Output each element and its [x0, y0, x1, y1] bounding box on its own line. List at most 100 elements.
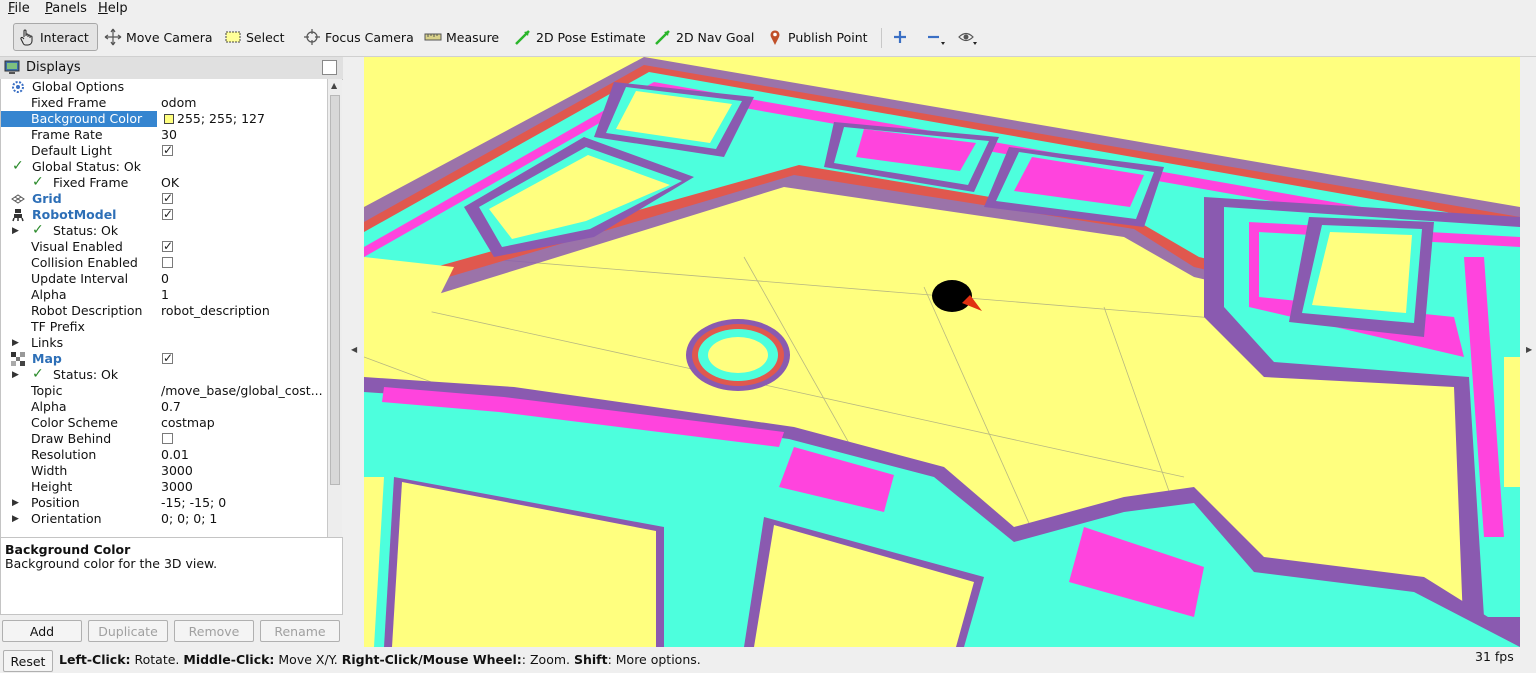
- rename-display-button[interactable]: Rename: [260, 620, 340, 642]
- tree-row-default-light[interactable]: Default Light: [1, 142, 328, 159]
- 2d-pose-estimate-tool-button[interactable]: 2D Pose Estimate: [514, 23, 646, 51]
- tree-row-robot-description[interactable]: Robot Description robot_description: [1, 303, 328, 319]
- grid-enabled-checkbox[interactable]: [162, 190, 173, 206]
- right-dock-strip[interactable]: ▶: [1520, 57, 1536, 647]
- row-value: 3000: [161, 479, 193, 494]
- remove-display-button[interactable]: Remove: [174, 620, 254, 642]
- row-label: Visual Enabled: [31, 239, 123, 254]
- row-value[interactable]: odom: [161, 95, 196, 111]
- default-light-checkbox[interactable]: [162, 142, 173, 158]
- tree-row-height[interactable]: Height 3000: [1, 479, 328, 495]
- select-tool-button[interactable]: Select: [224, 23, 285, 51]
- row-label: RobotModel: [32, 207, 117, 222]
- row-value[interactable]: 0.7: [161, 399, 181, 415]
- tree-scrollbar[interactable]: ▲ ▼: [327, 79, 342, 588]
- row-value[interactable]: 1: [161, 287, 169, 303]
- row-value[interactable]: 255; 255; 127: [177, 111, 265, 127]
- tree-row-orientation[interactable]: ▶ Orientation 0; 0; 0; 1: [1, 511, 328, 527]
- expand-arrow-icon[interactable]: ▶: [12, 223, 19, 239]
- publish-point-tool-button[interactable]: Publish Point: [766, 23, 868, 51]
- expand-right-icon[interactable]: ▶: [1526, 345, 1532, 354]
- tree-row-width[interactable]: Width 3000: [1, 463, 328, 479]
- select-label: Select: [246, 29, 285, 45]
- row-value[interactable]: /move_base/global_cost...: [161, 383, 323, 399]
- round-obstacle: [686, 319, 790, 391]
- tree-row-map-alpha[interactable]: Alpha 0.7: [1, 399, 328, 415]
- row-label: Width: [31, 463, 68, 478]
- 3d-viewport[interactable]: [364, 57, 1520, 647]
- tree-row-topic[interactable]: Topic /move_base/global_cost...: [1, 383, 328, 399]
- row-value: 0; 0; 0; 1: [161, 511, 218, 526]
- reset-button[interactable]: Reset: [3, 650, 53, 672]
- mouse-hint: Left-Click: Rotate. Middle-Click: Move X…: [59, 652, 701, 667]
- 2d-nav-goal-label: 2D Nav Goal: [676, 29, 755, 45]
- duplicate-display-button[interactable]: Duplicate: [88, 620, 168, 642]
- row-label: Color Scheme: [31, 415, 118, 430]
- menu-help[interactable]: Help: [98, 1, 128, 16]
- tree-row-collision-enabled[interactable]: Collision Enabled: [1, 255, 328, 271]
- focus-camera-tool-button[interactable]: Focus Camera: [303, 23, 414, 51]
- collapse-left-icon[interactable]: ◀: [351, 345, 357, 354]
- tree-row-links[interactable]: ▶ Links: [1, 335, 328, 351]
- tree-row-robotmodel[interactable]: RobotModel: [1, 206, 328, 223]
- map-enabled-checkbox[interactable]: [162, 350, 173, 366]
- move-camera-tool-button[interactable]: Move Camera: [104, 23, 213, 51]
- expand-arrow-icon[interactable]: ▶: [12, 511, 19, 527]
- row-label: Position: [31, 495, 80, 510]
- tree-row-fixed-frame-status[interactable]: ✓ Fixed Frame OK: [1, 174, 328, 191]
- expand-arrow-icon[interactable]: ▶: [12, 495, 19, 511]
- interact-tool-button[interactable]: Interact: [13, 23, 98, 51]
- menu-file[interactable]: File: [8, 1, 30, 16]
- remove-tool-button[interactable]: [925, 23, 947, 51]
- crosshair-icon: [303, 28, 321, 46]
- tree-row-visual-enabled[interactable]: Visual Enabled: [1, 238, 328, 255]
- color-swatch[interactable]: [164, 114, 174, 124]
- visual-enabled-checkbox[interactable]: [162, 238, 173, 254]
- tree-row-grid[interactable]: Grid: [1, 190, 328, 207]
- expand-arrow-icon[interactable]: ▶: [12, 367, 19, 383]
- displays-tree[interactable]: Global Options Fixed Frame odom Backgrou…: [0, 79, 329, 589]
- row-value[interactable]: 0: [161, 271, 169, 287]
- row-label: Orientation: [31, 511, 102, 526]
- tree-row-position[interactable]: ▶ Position -15; -15; 0: [1, 495, 328, 511]
- row-label: Topic: [31, 383, 63, 398]
- row-label: Resolution: [31, 447, 97, 462]
- tree-row-fixed-frame[interactable]: Fixed Frame odom: [1, 95, 328, 111]
- tree-row-background-color[interactable]: Background Color 255; 255; 127: [1, 111, 328, 127]
- row-value[interactable]: costmap: [161, 415, 215, 431]
- tree-row-color-scheme[interactable]: Color Scheme costmap: [1, 415, 328, 431]
- draw-behind-checkbox[interactable]: [162, 433, 173, 444]
- row-value[interactable]: robot_description: [161, 303, 270, 319]
- tree-row-tf-prefix[interactable]: TF Prefix: [1, 319, 328, 335]
- tree-row-update-interval[interactable]: Update Interval 0: [1, 271, 328, 287]
- tree-row-frame-rate[interactable]: Frame Rate 30: [1, 127, 328, 143]
- tree-row-global-options[interactable]: Global Options: [1, 79, 328, 95]
- tree-row-global-status[interactable]: ✓ Global Status: Ok: [1, 158, 328, 175]
- collision-enabled-checkbox[interactable]: [162, 257, 173, 268]
- fps-counter: 31 fps: [1475, 649, 1514, 664]
- tree-row-robot-status[interactable]: ▶ ✓ Status: Ok: [1, 222, 328, 239]
- view-options-tool-button[interactable]: [957, 23, 979, 51]
- tree-row-map[interactable]: Map: [1, 350, 328, 367]
- move-arrows-icon: [104, 28, 122, 46]
- hint-shift-text: : More options.: [607, 652, 701, 667]
- row-value[interactable]: 30: [161, 127, 177, 143]
- tree-row-map-status[interactable]: ▶ ✓ Status: Ok: [1, 366, 328, 383]
- measure-tool-button[interactable]: Measure: [424, 23, 499, 51]
- tree-row-resolution[interactable]: Resolution 0.01: [1, 447, 328, 463]
- tree-row-draw-behind[interactable]: Draw Behind: [1, 431, 328, 447]
- row-label: Fixed Frame: [31, 95, 107, 110]
- add-tool-button[interactable]: [891, 23, 913, 51]
- row-label: Links: [31, 335, 64, 350]
- scrollbar-thumb[interactable]: [330, 95, 340, 485]
- robotmodel-enabled-checkbox[interactable]: [162, 206, 173, 222]
- menu-panels[interactable]: Panels: [45, 1, 87, 16]
- toolbar: Interact Move Camera Select Focus Camera…: [0, 18, 1536, 57]
- 2d-nav-goal-tool-button[interactable]: 2D Nav Goal: [654, 23, 754, 51]
- add-display-button[interactable]: Add: [2, 620, 82, 642]
- panel-splitter[interactable]: ◀: [343, 57, 364, 647]
- scroll-up-icon[interactable]: ▲: [331, 81, 337, 90]
- expand-arrow-icon[interactable]: ▶: [12, 335, 19, 351]
- tree-row-alpha[interactable]: Alpha 1: [1, 287, 328, 303]
- undock-button[interactable]: [322, 60, 337, 75]
